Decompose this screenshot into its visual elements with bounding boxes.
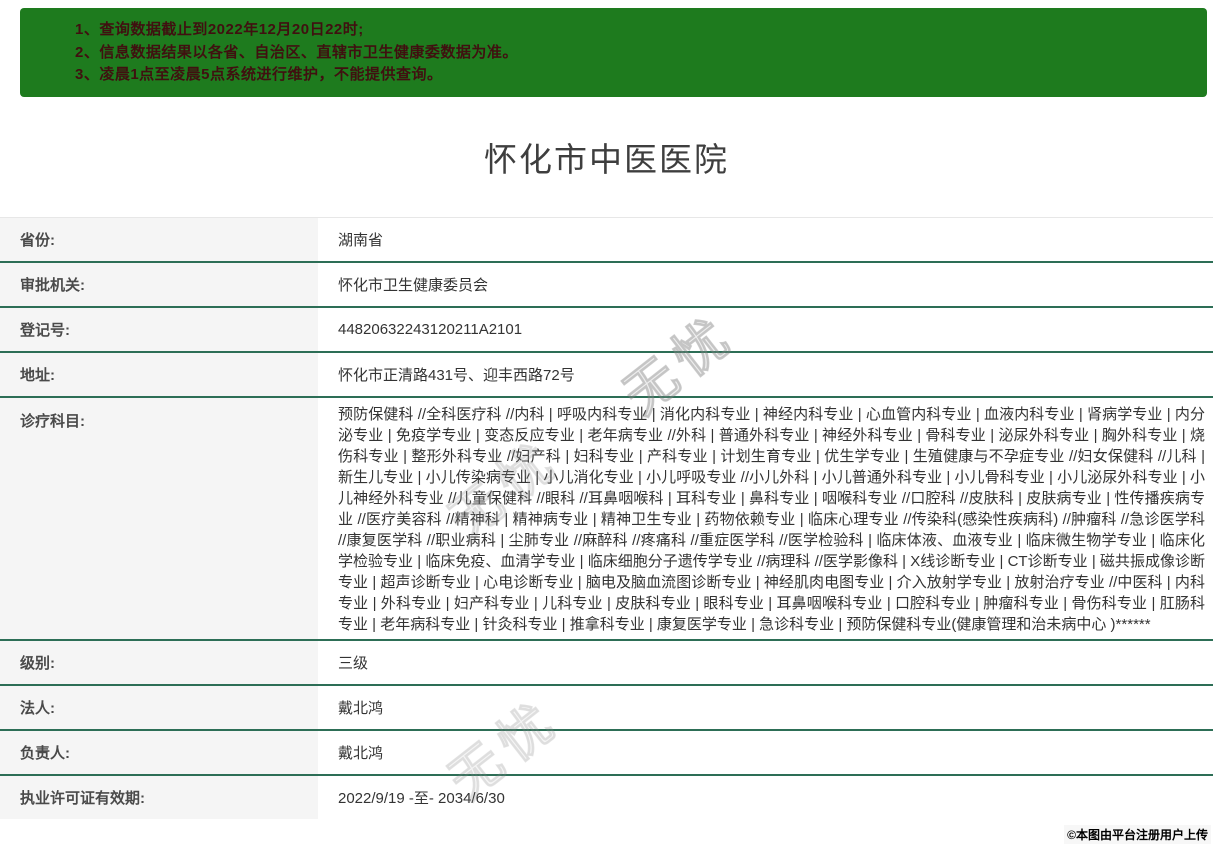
upload-attribution-note: ©本图由平台注册用户上传: [1064, 825, 1211, 844]
row-registration-number: 登记号: 44820632243120211A2101: [0, 308, 1213, 353]
approval-authority-label: 审批机关:: [0, 263, 318, 306]
registration-number-value: 44820632243120211A2101: [318, 308, 1213, 351]
title-section: 怀化市中医医院: [0, 97, 1213, 217]
departments-value: 预防保健科 //全科医疗科 //内科 | 呼吸内科专业 | 消化内科专业 | 神…: [318, 398, 1213, 639]
notice-line-3: 3、凌晨1点至凌晨5点系统进行维护，不能提供查询。: [75, 64, 1187, 87]
row-license-validity: 执业许可证有效期: 2022/9/19 -至- 2034/6/30: [0, 776, 1213, 819]
license-validity-label: 执业许可证有效期:: [0, 776, 318, 819]
row-person-in-charge: 负责人: 戴北鸿: [0, 731, 1213, 776]
row-approval-authority: 审批机关: 怀化市卫生健康委员会: [0, 263, 1213, 308]
address-value: 怀化市正清路431号、迎丰西路72号: [318, 353, 1213, 396]
departments-label: 诊疗科目:: [0, 398, 318, 639]
notice-line-1: 1、查询数据截止到2022年12月20日22时;: [75, 19, 1187, 42]
notice-line-2: 2、信息数据结果以各省、自治区、直辖市卫生健康委数据为准。: [75, 42, 1187, 65]
license-validity-value: 2022/9/19 -至- 2034/6/30: [318, 776, 1213, 819]
person-in-charge-value: 戴北鸿: [318, 731, 1213, 774]
person-in-charge-label: 负责人:: [0, 731, 318, 774]
legal-person-label: 法人:: [0, 686, 318, 729]
row-province: 省份: 湖南省: [0, 218, 1213, 263]
row-level: 级别: 三级: [0, 641, 1213, 686]
notice-banner: 1、查询数据截止到2022年12月20日22时; 2、信息数据结果以各省、自治区…: [20, 8, 1207, 97]
level-label: 级别:: [0, 641, 318, 684]
row-departments: 诊疗科目: 预防保健科 //全科医疗科 //内科 | 呼吸内科专业 | 消化内科…: [0, 398, 1213, 641]
registration-number-label: 登记号:: [0, 308, 318, 351]
row-address: 地址: 怀化市正清路431号、迎丰西路72号: [0, 353, 1213, 398]
approval-authority-value: 怀化市卫生健康委员会: [318, 263, 1213, 306]
level-value: 三级: [318, 641, 1213, 684]
row-legal-person: 法人: 戴北鸿: [0, 686, 1213, 731]
address-label: 地址:: [0, 353, 318, 396]
hospital-info-table: 省份: 湖南省 审批机关: 怀化市卫生健康委员会 登记号: 4482063224…: [0, 217, 1213, 819]
province-value: 湖南省: [318, 218, 1213, 261]
province-label: 省份:: [0, 218, 318, 261]
page-title: 怀化市中医医院: [484, 133, 729, 181]
legal-person-value: 戴北鸿: [318, 686, 1213, 729]
